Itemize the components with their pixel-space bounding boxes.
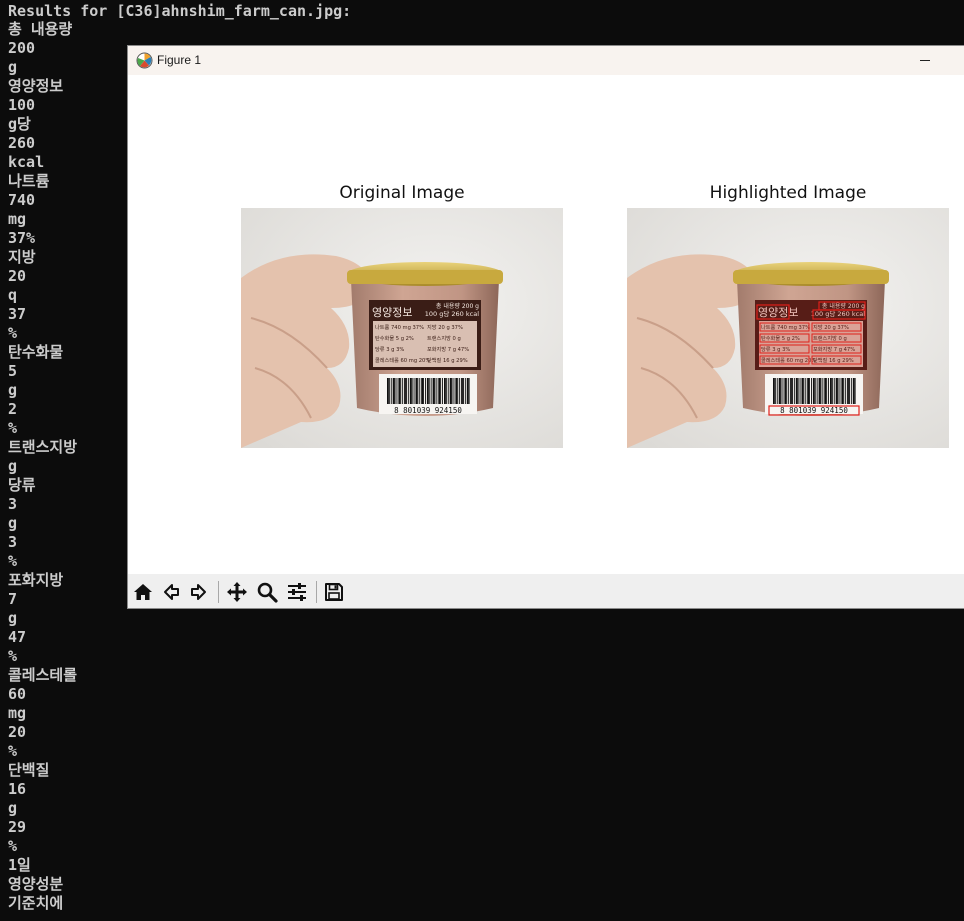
terminal-line: 영양정보 [8, 77, 64, 95]
terminal-line: 총 내용량 [8, 20, 73, 38]
terminal-line: 740 [8, 191, 36, 209]
terminal-line: q [8, 286, 18, 304]
matplotlib-icon [136, 52, 153, 69]
zoom-button[interactable] [254, 579, 280, 605]
toolbar-separator [218, 581, 219, 603]
figure-canvas[interactable]: Original Image Highlighted Image 영양정보 총 내… [128, 75, 964, 574]
label-row: 콜레스테롤 60 mg 20% [375, 356, 430, 364]
terminal-line: 나트륨 [8, 172, 50, 190]
label-row: 나트륨 740 mg 37% [375, 323, 424, 331]
terminal-line: g당 [8, 115, 31, 133]
navigation-toolbar [128, 574, 964, 608]
terminal-line: g [8, 609, 18, 627]
terminal-line: 영양성분 [8, 875, 64, 893]
terminal-line: g [8, 799, 18, 817]
original-image-title: Original Image [339, 183, 465, 203]
terminal-line: mg [8, 210, 27, 228]
terminal-line: 100 [8, 96, 36, 114]
terminal-line: % [8, 647, 18, 665]
terminal-line: % [8, 742, 18, 760]
label-row: 단백질 16 g 29% [427, 356, 468, 364]
terminal-line: 3 [8, 495, 18, 513]
minimize-icon [920, 60, 930, 61]
terminal-line: 20 [8, 723, 27, 741]
toolbar-separator [316, 581, 317, 603]
label-heading: 영양정보 [372, 306, 412, 319]
figure-window[interactable]: Figure 1 Original Image Highlighted Imag… [127, 45, 964, 609]
can-rim [733, 270, 889, 284]
terminal-line: 20 [8, 267, 27, 285]
forward-arrow-icon [191, 584, 206, 600]
terminal-line: 2 [8, 400, 18, 418]
configure-subplots-icon [288, 583, 306, 601]
terminal-line: 37% [8, 229, 36, 247]
highlighted-image-title: Highlighted Image [709, 183, 867, 203]
terminal-line: 260 [8, 134, 36, 152]
terminal-line: 트랜스지방 [8, 438, 78, 456]
terminal-line: 16 [8, 780, 27, 798]
terminal-line: g [8, 514, 18, 532]
terminal-line: 기준치에 [8, 894, 64, 912]
label-row: 당류 3 g 3% [375, 346, 404, 353]
terminal-line: g [8, 58, 18, 76]
label-row: 지방 20 g 37% [427, 323, 463, 331]
back-arrow-icon [164, 584, 179, 600]
terminal-line: 1일 [8, 856, 31, 874]
terminal-line: 5 [8, 362, 18, 380]
back-button[interactable] [158, 579, 184, 605]
terminal-line: g [8, 381, 18, 399]
terminal-line: 지방 [8, 248, 36, 266]
terminal-line: mg [8, 704, 27, 722]
terminal-line: 당류 [8, 476, 36, 494]
can-rim [347, 270, 503, 284]
pan-button[interactable] [224, 579, 250, 605]
terminal-line: % [8, 324, 18, 342]
terminal-line: 29 [8, 818, 27, 836]
terminal-line: % [8, 419, 18, 437]
window-titlebar[interactable]: Figure 1 [128, 46, 964, 75]
terminal-line: 7 [8, 590, 18, 608]
home-icon [134, 584, 152, 600]
label-row: 트랜스지방 0 g [427, 334, 461, 342]
terminal-line: g [8, 457, 18, 475]
pan-icon [227, 582, 247, 602]
terminal-line: 200 [8, 39, 36, 57]
results-heading: Results for [C36]ahnshim_farm_can.jpg: [8, 2, 352, 20]
terminal-line: 47 [8, 628, 27, 646]
terminal-line: 37 [8, 305, 27, 323]
terminal-line: kcal [8, 153, 45, 171]
save-button[interactable] [321, 579, 347, 605]
configure-subplots-button[interactable] [284, 579, 310, 605]
terminal-line: % [8, 552, 18, 570]
home-button[interactable] [130, 579, 156, 605]
forward-button[interactable] [186, 579, 212, 605]
label-total: 총 내용량 200 g [436, 302, 479, 310]
barcode-number: 8 801039 924150 [394, 406, 462, 415]
terminal-line: 콜레스테롤 [8, 666, 78, 684]
terminal-line: 3 [8, 533, 18, 551]
minimize-button[interactable] [914, 49, 936, 71]
barcode-number: 8 801039 924150 [780, 406, 848, 415]
zoom-icon [257, 582, 278, 603]
window-title: Figure 1 [157, 53, 202, 67]
save-icon [325, 583, 343, 601]
terminal-line: 60 [8, 685, 27, 703]
label-per-serving: 100 g당 260 kcal [425, 309, 479, 318]
terminal-line: 포화지방 [8, 571, 64, 589]
label-row: 탄수화물 5 g 2% [375, 335, 414, 342]
terminal-line: 탄수화물 [8, 343, 64, 361]
label-row: 포화지방 7 g 47% [427, 345, 469, 353]
original-image: 영양정보 총 내용량 200 g100 g당 260 kcal나트륨 740 mg… [241, 208, 563, 448]
terminal-line: % [8, 837, 18, 855]
highlighted-image: 영양정보 총 내용량 200 g100 g당 260 kcal나트륨 740 mg… [627, 208, 949, 448]
terminal-line: 단백질 [8, 761, 50, 779]
